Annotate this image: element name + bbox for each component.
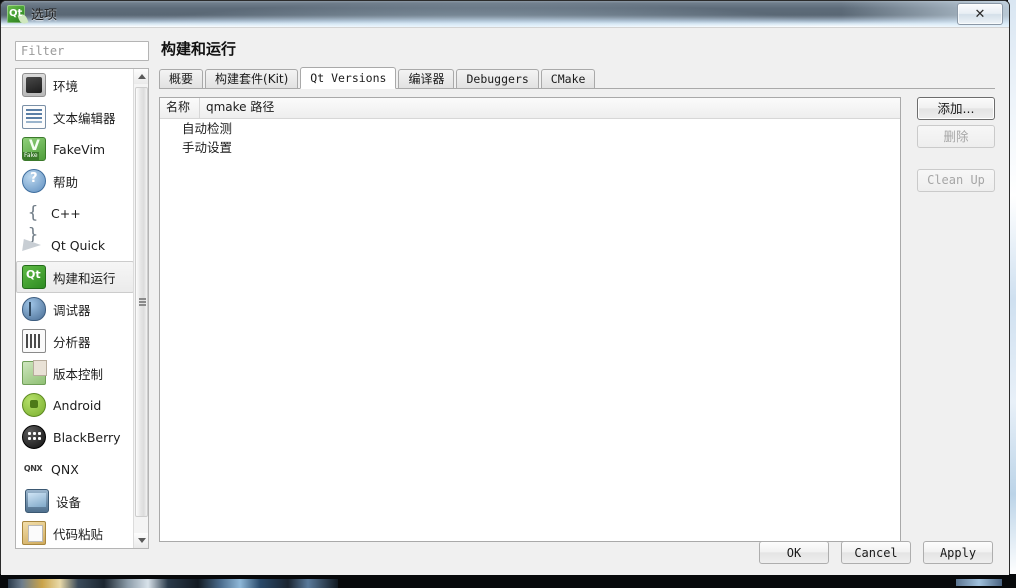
- dialog-buttons: OK Cancel Apply: [759, 541, 993, 564]
- add-button[interactable]: 添加...: [917, 97, 995, 120]
- text-editor-icon: [22, 105, 46, 129]
- apply-button[interactable]: Apply: [923, 541, 993, 564]
- tab-qt-versions[interactable]: Qt Versions: [300, 67, 397, 89]
- version-control-icon: [22, 360, 47, 385]
- sidebar-item-label: 版本控制: [53, 366, 104, 382]
- sidebar-scrollbar[interactable]: [133, 69, 148, 548]
- qt-versions-actions: 添加... 删除 Clean Up: [917, 97, 995, 197]
- scroll-up-arrow-icon[interactable]: [134, 69, 148, 84]
- build-and-run-icon: [22, 265, 46, 289]
- fakevim-icon: [22, 137, 46, 161]
- sidebar-item-label: QNX: [51, 461, 79, 477]
- sidebar: 环境 文本编辑器 FakeVim 帮助: [15, 40, 149, 550]
- analyzer-icon: [22, 329, 46, 353]
- sidebar-item-label: 帮助: [53, 174, 79, 190]
- titlebar-left: 选项: [7, 4, 58, 25]
- debugger-icon: [22, 297, 46, 321]
- page-title: 构建和运行: [161, 40, 237, 58]
- sidebar-item-qt-quick[interactable]: Qt Quick: [16, 229, 134, 261]
- cpp-icon: { }: [27, 203, 39, 245]
- desktop-background-bottom: [0, 574, 1016, 588]
- sidebar-item-cpp[interactable]: { } C++: [16, 197, 134, 245]
- tree-header: 名称 qmake 路径: [160, 98, 900, 119]
- tab-debuggers[interactable]: Debuggers: [456, 69, 539, 88]
- close-icon: ✕: [974, 6, 986, 22]
- taskbar-thumbnails: [8, 579, 338, 588]
- close-button[interactable]: ✕: [957, 3, 1003, 25]
- qt-versions-tree[interactable]: 名称 qmake 路径 自动检测 手动设置: [159, 97, 901, 542]
- sidebar-item-label: 构建和运行: [53, 270, 116, 286]
- column-header-name[interactable]: 名称: [160, 98, 200, 118]
- sidebar-item-environment[interactable]: 环境: [16, 69, 134, 101]
- sidebar-item-text-editor[interactable]: 文本编辑器: [16, 101, 134, 133]
- sidebar-item-fakevim[interactable]: FakeVim: [16, 133, 134, 165]
- screen: 选项 ✕ 环境 文本编: [0, 0, 1016, 588]
- sidebar-item-label: Qt Quick: [51, 237, 106, 253]
- sidebar-item-label: 调试器: [53, 302, 91, 318]
- taskbar-tray: [956, 579, 1002, 586]
- tab-cmake[interactable]: CMake: [540, 69, 596, 88]
- tab-kits[interactable]: 构建套件(Kit): [205, 69, 299, 88]
- environment-icon: [22, 73, 46, 97]
- help-icon: [22, 169, 46, 193]
- sidebar-item-debugger[interactable]: 调试器: [16, 293, 134, 325]
- sidebar-item-label: 文本编辑器: [53, 110, 116, 126]
- category-list: 环境 文本编辑器 FakeVim 帮助: [16, 69, 134, 548]
- sidebar-item-version-control[interactable]: 版本控制: [16, 357, 134, 389]
- titlebar-glow: [121, 1, 841, 27]
- table-row[interactable]: 自动检测: [160, 119, 900, 138]
- sidebar-item-label: FakeVim: [53, 141, 106, 157]
- tab-compilers[interactable]: 编译器: [398, 69, 455, 88]
- sidebar-item-label: 设备: [56, 494, 82, 510]
- blackberry-icon: [22, 425, 46, 449]
- sidebar-item-label: 分析器: [53, 334, 91, 350]
- tab-bar: 概要 构建套件(Kit) Qt Versions 编译器 Debuggers C…: [159, 67, 995, 89]
- sidebar-item-label: Android: [53, 397, 102, 413]
- settings-pane: 构建和运行 概要 构建套件(Kit) Qt Versions 编译器 Debug…: [159, 40, 995, 550]
- tab-overview[interactable]: 概要: [159, 69, 204, 88]
- qnx-icon: QNX: [23, 464, 43, 473]
- sidebar-item-device[interactable]: 设备: [16, 485, 134, 517]
- sidebar-item-label: 环境: [53, 78, 79, 94]
- sidebar-item-analyzer[interactable]: 分析器: [16, 325, 134, 357]
- sidebar-item-blackberry[interactable]: BlackBerry: [16, 421, 134, 453]
- qt-logo-icon: [7, 4, 29, 25]
- sidebar-item-label: BlackBerry: [53, 429, 121, 445]
- android-icon: [22, 393, 46, 417]
- sidebar-scrollbar-thumb[interactable]: [135, 87, 148, 517]
- sidebar-item-help[interactable]: 帮助: [16, 165, 134, 197]
- filter-input[interactable]: [15, 41, 149, 61]
- category-list-container: 环境 文本编辑器 FakeVim 帮助: [15, 68, 149, 549]
- sidebar-item-qnx[interactable]: QNX QNX: [16, 453, 134, 485]
- options-dialog: 选项 ✕ 环境 文本编: [0, 0, 1010, 575]
- remove-button: 删除: [917, 125, 995, 148]
- sidebar-item-android[interactable]: Android: [16, 389, 134, 421]
- column-header-qmake-path[interactable]: qmake 路径: [200, 98, 900, 118]
- sidebar-item-label: C++: [51, 205, 81, 221]
- dialog-button-bar: OK Cancel Apply: [1, 535, 1009, 575]
- table-row[interactable]: 手动设置: [160, 138, 900, 157]
- qt-versions-panel: 名称 qmake 路径 自动检测 手动设置 添加... 删除 Clean Up: [159, 91, 995, 550]
- sidebar-item-build-and-run[interactable]: 构建和运行: [16, 261, 134, 293]
- window-title: 选项: [31, 8, 58, 23]
- ok-button[interactable]: OK: [759, 541, 829, 564]
- clean-up-button: Clean Up: [917, 169, 995, 192]
- dialog-body: 环境 文本编辑器 FakeVim 帮助: [1, 27, 1009, 575]
- qt-quick-icon: [22, 234, 44, 256]
- window-titlebar: 选项 ✕: [1, 1, 1009, 27]
- device-icon: [25, 489, 49, 513]
- cancel-button[interactable]: Cancel: [841, 541, 911, 564]
